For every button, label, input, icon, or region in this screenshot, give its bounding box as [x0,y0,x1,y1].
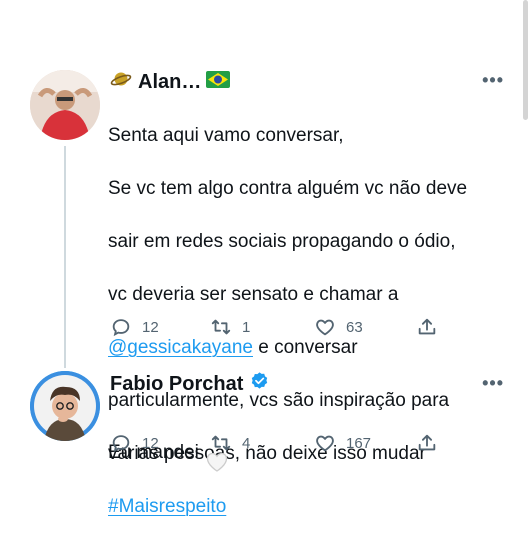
tweet-actions: 12 1 63 [110,316,440,340]
heart-icon [316,435,334,452]
like-count: 63 [346,318,363,336]
reply-count: 12 [142,434,159,452]
retweet-button[interactable]: 1 [210,316,250,338]
more-options-icon[interactable]: ••• [482,373,504,394]
tweet-header: Alan… [110,68,231,96]
tweet-actions: 12 4 167 [110,432,440,456]
avatar[interactable] [30,371,100,441]
reply-count: 12 [142,318,159,336]
avatar[interactable] [30,70,100,140]
retweet-count: 1 [242,318,251,336]
scrollbar[interactable] [523,0,528,120]
retweet-icon [211,319,231,335]
reply-icon [112,435,130,453]
thread-connector [64,146,66,368]
text-line: sair em redes sociais propagando o ódio, [108,230,456,252]
verified-badge-icon [249,371,270,398]
retweet-button[interactable]: 4 [210,432,250,454]
author-name[interactable]: Fabio Porchat [110,373,243,396]
like-button[interactable]: 167 [314,432,371,454]
text-line: Se vc tem algo contra alguém vc não deve [108,177,468,199]
retweet-count: 4 [242,434,251,452]
share-icon [418,318,436,335]
like-count: 167 [346,434,372,452]
brazil-flag-icon [206,70,231,94]
reply-icon [112,319,130,337]
share-icon [418,434,436,451]
more-options-icon[interactable]: ••• [482,70,504,91]
reply-button[interactable]: 12 [110,432,159,454]
heart-icon [316,319,334,336]
text-line: Senta aqui vamo conversar, [108,124,344,146]
author-name[interactable]: Alan… [138,71,201,94]
reply-button[interactable]: 12 [110,316,159,338]
retweet-icon [211,435,231,451]
tweet-header: Fabio Porchat [110,371,270,398]
saturn-emoji-icon [110,68,132,96]
share-button[interactable] [416,316,438,338]
like-button[interactable]: 63 [314,316,363,338]
share-button[interactable] [416,432,438,454]
text-line: vc deveria ser sensato e chamar a [108,283,399,305]
